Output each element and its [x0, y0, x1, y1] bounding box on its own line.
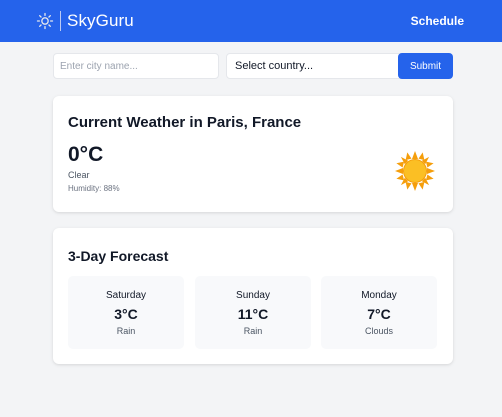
brand-divider — [60, 11, 61, 31]
sun-icon — [394, 150, 436, 192]
forecast-day-temp: 7°C — [367, 306, 391, 322]
current-temperature: 0°C — [68, 143, 104, 166]
forecast-title: 3-Day Forecast — [68, 248, 169, 264]
forecast-day-condition: Clouds — [364, 326, 393, 336]
forecast-day-name: Monday — [361, 290, 397, 301]
forecast-day-condition: Rain — [116, 326, 136, 336]
current-condition: Clear — [68, 170, 90, 180]
forecast-day-name: Sunday — [236, 290, 270, 301]
forecast-day-card: Saturday 3°C Rain — [68, 276, 184, 349]
search-form: Select country... Submit — [53, 53, 453, 79]
submit-button[interactable]: Submit — [398, 53, 453, 79]
top-navbar: SkyGuru Schedule — [0, 0, 502, 42]
country-select-value: Select country... — [235, 60, 314, 72]
forecast-day-card: Monday 7°C Clouds — [321, 276, 437, 349]
sun-outline-icon — [36, 12, 54, 30]
forecast-day-condition: Rain — [243, 326, 263, 336]
city-input[interactable] — [53, 53, 219, 79]
forecast-day-temp: 11°C — [237, 306, 269, 322]
current-weather-title: Current Weather in Paris, France — [68, 114, 302, 131]
forecast-day-card: Sunday 11°C Rain — [195, 276, 311, 349]
forecast-day-temp: 3°C — [114, 306, 138, 322]
brand[interactable]: SkyGuru — [36, 11, 134, 31]
forecast-card: 3-Day Forecast Saturday 3°C Rain Sunday … — [53, 228, 453, 364]
brand-name: SkyGuru — [67, 11, 134, 30]
current-weather-card: Current Weather in Paris, France 0°C Cle… — [53, 96, 453, 212]
forecast-day-name: Saturday — [105, 290, 147, 301]
nav-schedule-link[interactable]: Schedule — [411, 14, 464, 28]
current-humidity: Humidity: 88% — [68, 184, 120, 193]
